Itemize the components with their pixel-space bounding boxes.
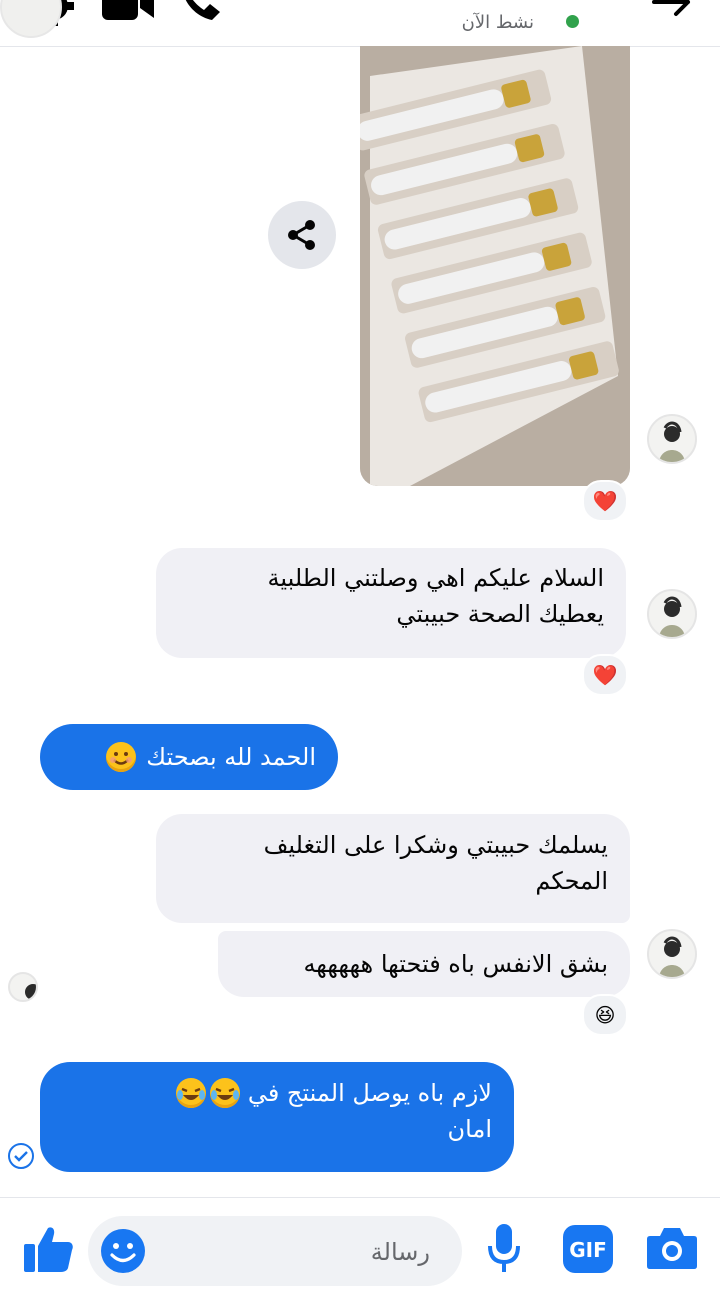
contact-avatar[interactable] xyxy=(647,929,697,979)
laughing-reaction[interactable]: 😆 xyxy=(582,994,628,1036)
message-input[interactable] xyxy=(188,1231,432,1273)
outgoing-message[interactable]: الحمد لله بصحتك xyxy=(40,724,338,790)
phone-icon[interactable] xyxy=(178,0,226,26)
contact-avatar[interactable] xyxy=(647,589,697,639)
microphone-icon[interactable] xyxy=(486,1222,522,1276)
message-input-container[interactable] xyxy=(88,1216,462,1286)
heart-reaction[interactable]: ❤️ xyxy=(582,480,628,522)
message-line: امان xyxy=(447,1115,492,1143)
active-status: نشط الآن xyxy=(461,12,534,33)
like-icon[interactable] xyxy=(22,1224,74,1274)
message-line: السلام عليكم اهي وصلتني الطلبية xyxy=(267,564,604,592)
outgoing-message[interactable]: لازم باه يوصل المنتج في امان xyxy=(40,1062,514,1172)
message-line: لازم باه يوصل المنتج في xyxy=(247,1079,492,1107)
heart-reaction[interactable]: ❤️ xyxy=(582,654,628,696)
message-line: يسلمك حبيبتي وشكرا على التغليف xyxy=(263,831,608,859)
back-arrow-icon[interactable] xyxy=(650,0,694,20)
heart-icon: ❤️ xyxy=(592,489,618,513)
message-line: المحكم xyxy=(535,867,608,895)
gif-icon[interactable]: GIF xyxy=(562,1224,614,1274)
online-indicator xyxy=(564,13,581,30)
message-composer: GIF xyxy=(0,1197,720,1304)
contact-avatar[interactable] xyxy=(647,414,697,464)
laughing-emoji-icon xyxy=(175,1078,206,1108)
read-receipt-avatar xyxy=(8,972,38,1002)
laughing-emoji-icon xyxy=(209,1078,240,1108)
message-line: يعطيك الصحة حبيبتي xyxy=(396,600,604,628)
incoming-message[interactable]: بشق الانفس باه فتحتها هههههه xyxy=(218,931,630,997)
message-text: الحمد لله بصحتك xyxy=(146,743,316,771)
incoming-message[interactable]: السلام عليكم اهي وصلتني الطلبية يعطيك ال… xyxy=(156,548,626,658)
emoji-icon[interactable] xyxy=(100,1228,146,1274)
camera-icon[interactable] xyxy=(646,1226,698,1270)
share-button[interactable] xyxy=(268,201,336,269)
shared-photo[interactable] xyxy=(360,46,630,486)
conversation-header: نشط الآن xyxy=(0,0,720,47)
contact-avatar[interactable] xyxy=(0,0,62,38)
message-line: بشق الانفس باه فتحتها هههههه xyxy=(303,950,608,978)
heart-icon: ❤️ xyxy=(592,663,618,687)
laughing-emoji-icon: 😆 xyxy=(594,1003,616,1027)
seen-check-icon xyxy=(8,1143,34,1169)
smiling-emoji-icon xyxy=(106,742,137,772)
incoming-message[interactable]: يسلمك حبيبتي وشكرا على التغليف المحكم xyxy=(156,814,630,923)
svg-text:GIF: GIF xyxy=(569,1238,607,1262)
video-call-icon[interactable] xyxy=(100,0,156,26)
share-icon xyxy=(288,220,315,250)
